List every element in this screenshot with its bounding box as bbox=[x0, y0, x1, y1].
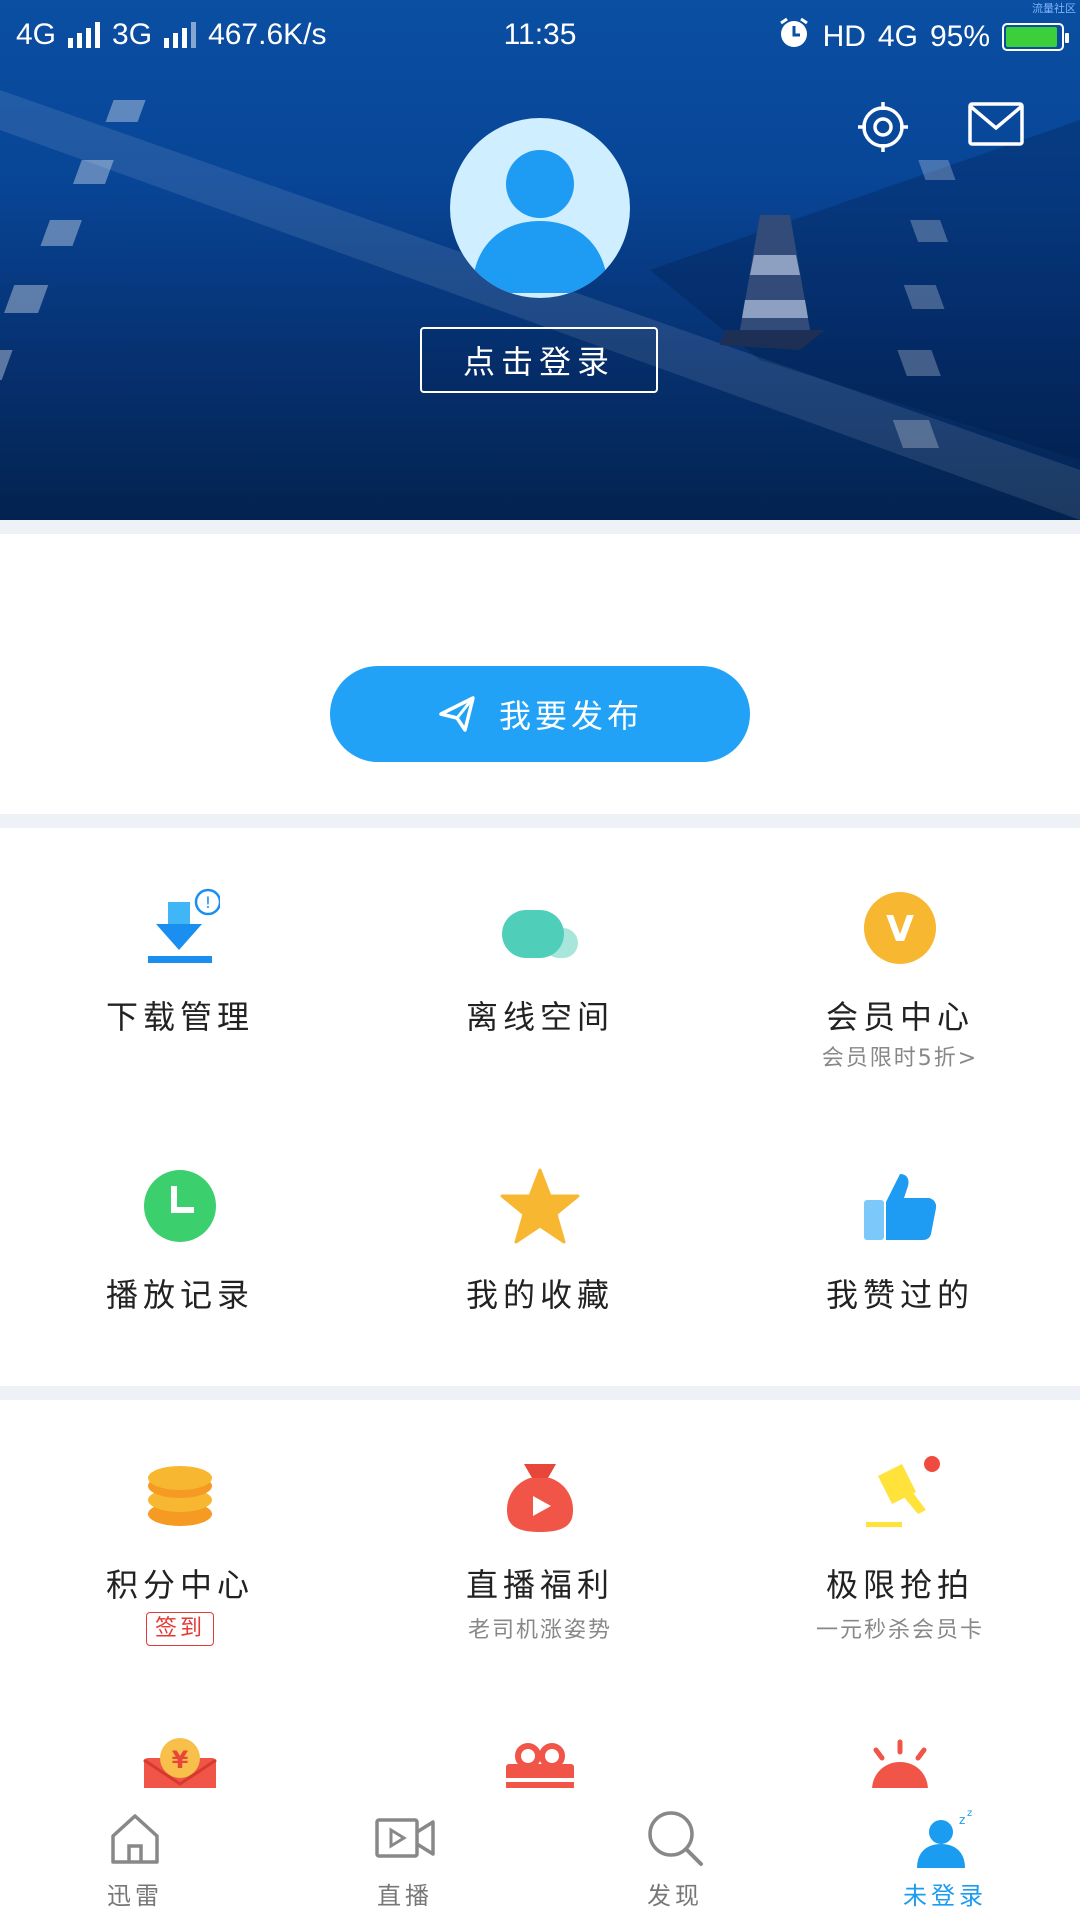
live-benefits-subtitle: 老司机涨姿势 bbox=[467, 1618, 612, 1643]
red-envelope-icon: ¥ bbox=[140, 1738, 220, 1788]
vip-center-subtitle: 会员限时5折> bbox=[821, 1046, 979, 1071]
battery-percent: 95% bbox=[929, 20, 990, 53]
star-icon bbox=[500, 1166, 580, 1246]
offline-space-label: 离线空间 bbox=[465, 998, 614, 1036]
download-badge: ! bbox=[205, 893, 211, 912]
liked-item[interactable]: 我赞过的 bbox=[720, 1106, 1080, 1376]
avatar[interactable] bbox=[450, 118, 630, 298]
search-icon bbox=[645, 1808, 705, 1868]
video-icon bbox=[375, 1808, 435, 1868]
paper-plane-icon bbox=[439, 696, 475, 732]
liked-label: 我赞过的 bbox=[825, 1276, 974, 1314]
watermark-text: 流量社区 bbox=[1032, 3, 1076, 15]
bottom-tab-bar: 迅雷 直播 发现 zz 未登录 bbox=[0, 1788, 1080, 1920]
section-divider bbox=[0, 1386, 1080, 1400]
vip-center-item[interactable]: V 会员中心 会员限时5折> bbox=[720, 828, 1080, 1098]
download-manager-label: 下载管理 bbox=[105, 998, 254, 1036]
sign-in-tag[interactable]: 签到 bbox=[145, 1612, 214, 1646]
tab-live[interactable]: 直播 bbox=[270, 1788, 540, 1920]
profile-header: 4G 3G 467.6K/s 11:35 HD 4G 95% 流量社区 点击登录 bbox=[0, 0, 1080, 520]
live-benefits-item[interactable]: 直播福利 老司机涨姿势 bbox=[360, 1400, 720, 1660]
coins-icon bbox=[140, 1456, 220, 1536]
gift-icon bbox=[500, 1738, 580, 1788]
battery-icon bbox=[1002, 23, 1069, 51]
section-divider bbox=[0, 520, 1080, 534]
hd-indicator: HD bbox=[822, 20, 866, 53]
tab-label: 未登录 bbox=[903, 1882, 987, 1910]
thumbs-up-icon bbox=[860, 1166, 940, 1246]
tab-not-logged-in[interactable]: zz 未登录 bbox=[810, 1788, 1080, 1920]
flash-auction-label: 极限抢拍 bbox=[825, 1566, 974, 1604]
publish-button[interactable]: 我要发布 bbox=[330, 666, 750, 762]
flash-auction-subtitle: 一元秒杀会员卡 bbox=[815, 1618, 984, 1643]
gift-item[interactable] bbox=[360, 1666, 720, 1788]
vip-center-label: 会员中心 bbox=[825, 998, 974, 1036]
download-icon: ! bbox=[140, 888, 222, 968]
tab-xunlei[interactable]: 迅雷 bbox=[0, 1788, 270, 1920]
svg-text:V: V bbox=[886, 909, 914, 950]
red-envelope-item[interactable]: ¥ bbox=[0, 1666, 360, 1788]
feature-grid-secondary: 积分中心 签到 直播福利 老司机涨姿势 极限抢拍 一元秒杀会员卡 ¥ bbox=[0, 1400, 1080, 1788]
favorites-item[interactable]: 我的收藏 bbox=[360, 1106, 720, 1376]
clock-icon bbox=[140, 1166, 220, 1246]
tab-label: 迅雷 bbox=[107, 1882, 163, 1910]
feature-grid-primary: ! 下载管理 离线空间 V 会员中心 会员限时5折> 播放记录 我的收藏 我赞过… bbox=[0, 828, 1080, 1386]
cloud-icon bbox=[500, 888, 580, 968]
svg-text:z: z bbox=[959, 1813, 965, 1827]
points-center-item[interactable]: 积分中心 签到 bbox=[0, 1400, 360, 1660]
user-icon: zz bbox=[915, 1808, 975, 1868]
tab-discover[interactable]: 发现 bbox=[540, 1788, 810, 1920]
tab-label: 发现 bbox=[647, 1882, 703, 1910]
scan-target-icon[interactable] bbox=[856, 100, 910, 158]
svg-text:¥: ¥ bbox=[172, 1746, 189, 1774]
publish-label: 我要发布 bbox=[498, 697, 643, 735]
section-divider bbox=[0, 814, 1080, 828]
svg-text:z: z bbox=[967, 1808, 972, 1819]
default-user-avatar-icon bbox=[472, 150, 608, 293]
alarm-icon bbox=[777, 16, 811, 58]
download-manager-item[interactable]: ! 下载管理 bbox=[0, 828, 360, 1098]
play-history-label: 播放记录 bbox=[105, 1276, 254, 1314]
alarm-light-item[interactable] bbox=[720, 1666, 1080, 1788]
points-center-label: 积分中心 bbox=[105, 1566, 254, 1604]
network-type-3: 4G bbox=[877, 20, 918, 53]
status-bar: 4G 3G 467.6K/s 11:35 HD 4G 95% 流量社区 bbox=[0, 0, 1080, 70]
favorites-label: 我的收藏 bbox=[465, 1276, 614, 1314]
flash-auction-item[interactable]: 极限抢拍 一元秒杀会员卡 bbox=[720, 1400, 1080, 1660]
auction-hammer-icon bbox=[860, 1456, 940, 1536]
money-bag-icon bbox=[500, 1456, 580, 1536]
login-button[interactable]: 点击登录 bbox=[420, 327, 658, 393]
vip-icon: V bbox=[860, 888, 940, 968]
alarm-light-icon bbox=[860, 1738, 940, 1788]
home-icon bbox=[105, 1808, 165, 1868]
clock-time: 11:35 bbox=[503, 18, 577, 51]
tab-label: 直播 bbox=[377, 1882, 433, 1910]
offline-space-item[interactable]: 离线空间 bbox=[360, 828, 720, 1098]
live-benefits-label: 直播福利 bbox=[465, 1566, 614, 1604]
play-history-item[interactable]: 播放记录 bbox=[0, 1106, 360, 1376]
mail-icon[interactable] bbox=[968, 100, 1024, 158]
